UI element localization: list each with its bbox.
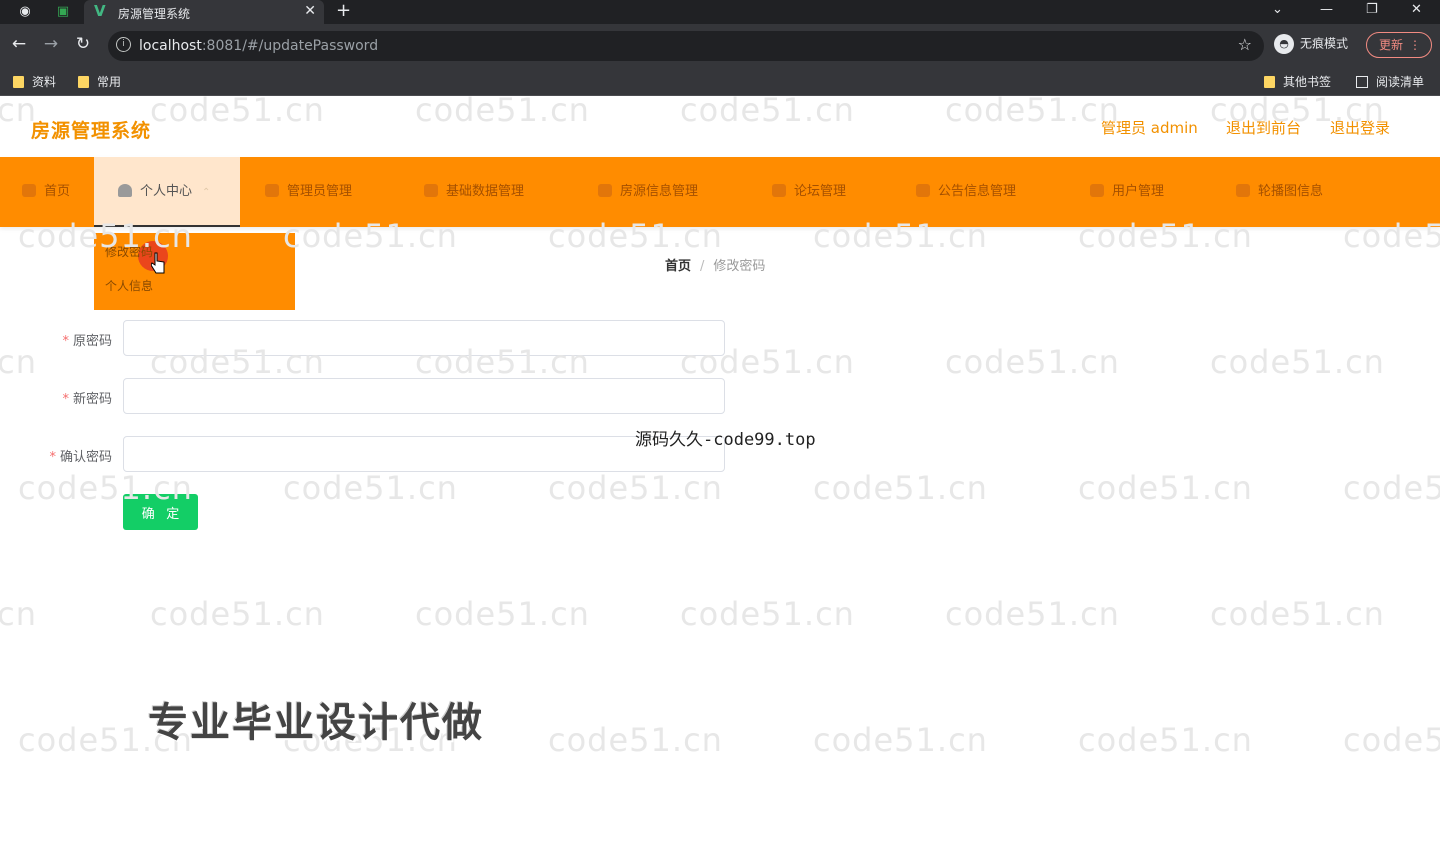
app-shortcut-icon[interactable]: ▣ [52, 2, 74, 22]
more-menu-icon[interactable]: ⋮ [1409, 33, 1421, 57]
promo-text: 专业毕业设计代做 [148, 700, 484, 746]
vue-favicon-icon: V [94, 2, 106, 20]
nav-item-home[interactable]: 首页 [22, 157, 70, 227]
browser-globe-icon[interactable]: ◉ [14, 2, 36, 22]
site-header: 房源管理系统 管理员 admin 退出到前台 退出登录 [0, 97, 1440, 157]
personal-center-dropdown: 修改密码 个人信息 [94, 233, 295, 310]
folder-icon [13, 76, 24, 88]
tab-search-icon[interactable]: ⌄ [1272, 0, 1283, 20]
old-password-label: * 原密码 [62, 334, 112, 349]
hand-cursor-icon [151, 252, 165, 274]
current-user: 管理员 admin [1101, 119, 1198, 137]
restore-icon[interactable]: ❐ [1366, 0, 1378, 20]
bookmark-folder-changyong[interactable]: 常用 [78, 73, 121, 90]
reload-icon[interactable]: ↻ [72, 34, 94, 54]
breadcrumb: 首页 / 修改密码 [665, 259, 766, 274]
reading-list[interactable]: 阅读清单 [1356, 73, 1424, 90]
confirm-password-row: * 确认密码 [24, 436, 725, 472]
site-logo: 房源管理系统 [31, 120, 152, 142]
browser-toolbar: ← → ↻ i localhost:8081/#/updatePassword … [0, 24, 1440, 68]
site-info-icon[interactable]: i [116, 37, 131, 52]
nav-item-carousel[interactable]: 轮播图信息 [1236, 157, 1323, 227]
nav-item-admin-management[interactable]: 管理员管理 [265, 157, 352, 227]
old-password-input[interactable] [123, 320, 725, 356]
source-overlay-text: 源码久久-code99.top [635, 430, 816, 450]
bookmark-folder-other[interactable]: 其他书签 [1264, 73, 1331, 90]
incognito-icon: ◓ [1274, 34, 1294, 54]
admin-icon [265, 184, 279, 197]
nav-item-house-info[interactable]: 房源信息管理 [598, 157, 698, 227]
logout-link[interactable]: 退出登录 [1330, 117, 1390, 138]
main-nav: 首页 个人中心 ⌃ 管理员管理 基础数据管理 房源信息管理 论坛管理 公告信息管理… [0, 157, 1440, 227]
new-password-label: * 新密码 [62, 392, 112, 407]
nav-item-personal-center[interactable]: 个人中心 ⌃ [94, 157, 240, 227]
nav-item-notice[interactable]: 公告信息管理 [916, 157, 1016, 227]
nav-item-users[interactable]: 用户管理 [1090, 157, 1164, 227]
url-text: localhost:8081/#/updatePassword [139, 38, 379, 54]
tab-title: 房源管理系统 [118, 7, 191, 21]
breadcrumb-home[interactable]: 首页 [665, 259, 691, 274]
bookmarks-bar: 资料 常用 其他书签 阅读清单 [0, 68, 1440, 96]
folder-icon [78, 76, 89, 88]
home-icon [22, 184, 36, 197]
breadcrumb-current: 修改密码 [713, 259, 766, 274]
dropdown-item-profile[interactable]: 个人信息 [105, 277, 153, 294]
users-icon [1090, 184, 1104, 197]
forum-icon [772, 184, 786, 197]
chevron-up-icon: ⌃ [202, 187, 211, 198]
browser-tab-strip: ◉ ▣ V 房源管理系统 ✕ + ⌄ — ❐ ✕ [0, 0, 1440, 24]
minimize-icon[interactable]: — [1320, 0, 1333, 20]
folder-icon [1264, 76, 1275, 88]
address-bar[interactable]: i localhost:8081/#/updatePassword ☆ [108, 31, 1264, 61]
to-front-link[interactable]: 退出到前台 [1226, 117, 1301, 138]
browser-tab-active[interactable]: V 房源管理系统 ✕ [84, 0, 324, 24]
close-icon[interactable]: ✕ [304, 3, 316, 19]
house-icon [598, 184, 612, 197]
bookmark-star-icon[interactable]: ☆ [1238, 35, 1252, 54]
new-tab-icon[interactable]: + [336, 0, 351, 22]
new-password-input[interactable] [123, 378, 725, 414]
notice-icon [916, 184, 930, 197]
nav-item-forum[interactable]: 论坛管理 [772, 157, 846, 227]
forward-icon[interactable]: → [40, 34, 62, 54]
old-password-row: * 原密码 [24, 320, 725, 356]
update-button[interactable]: 更新 ⋮ [1366, 32, 1432, 58]
confirm-button[interactable]: 确 定 [123, 494, 198, 530]
bookmark-folder-ziliao[interactable]: 资料 [13, 73, 56, 90]
data-icon [424, 184, 438, 197]
user-icon [118, 184, 132, 197]
new-password-row: * 新密码 [24, 378, 725, 414]
reading-list-icon [1356, 76, 1368, 88]
dropdown-item-change-password[interactable]: 修改密码 [105, 243, 153, 260]
back-icon[interactable]: ← [8, 34, 30, 54]
window-close-icon[interactable]: ✕ [1411, 0, 1422, 20]
incognito-indicator[interactable]: ◓ 无痕模式 [1274, 34, 1348, 54]
nav-item-base-data[interactable]: 基础数据管理 [424, 157, 524, 227]
image-icon [1236, 184, 1250, 197]
confirm-password-label: * 确认密码 [49, 450, 112, 465]
